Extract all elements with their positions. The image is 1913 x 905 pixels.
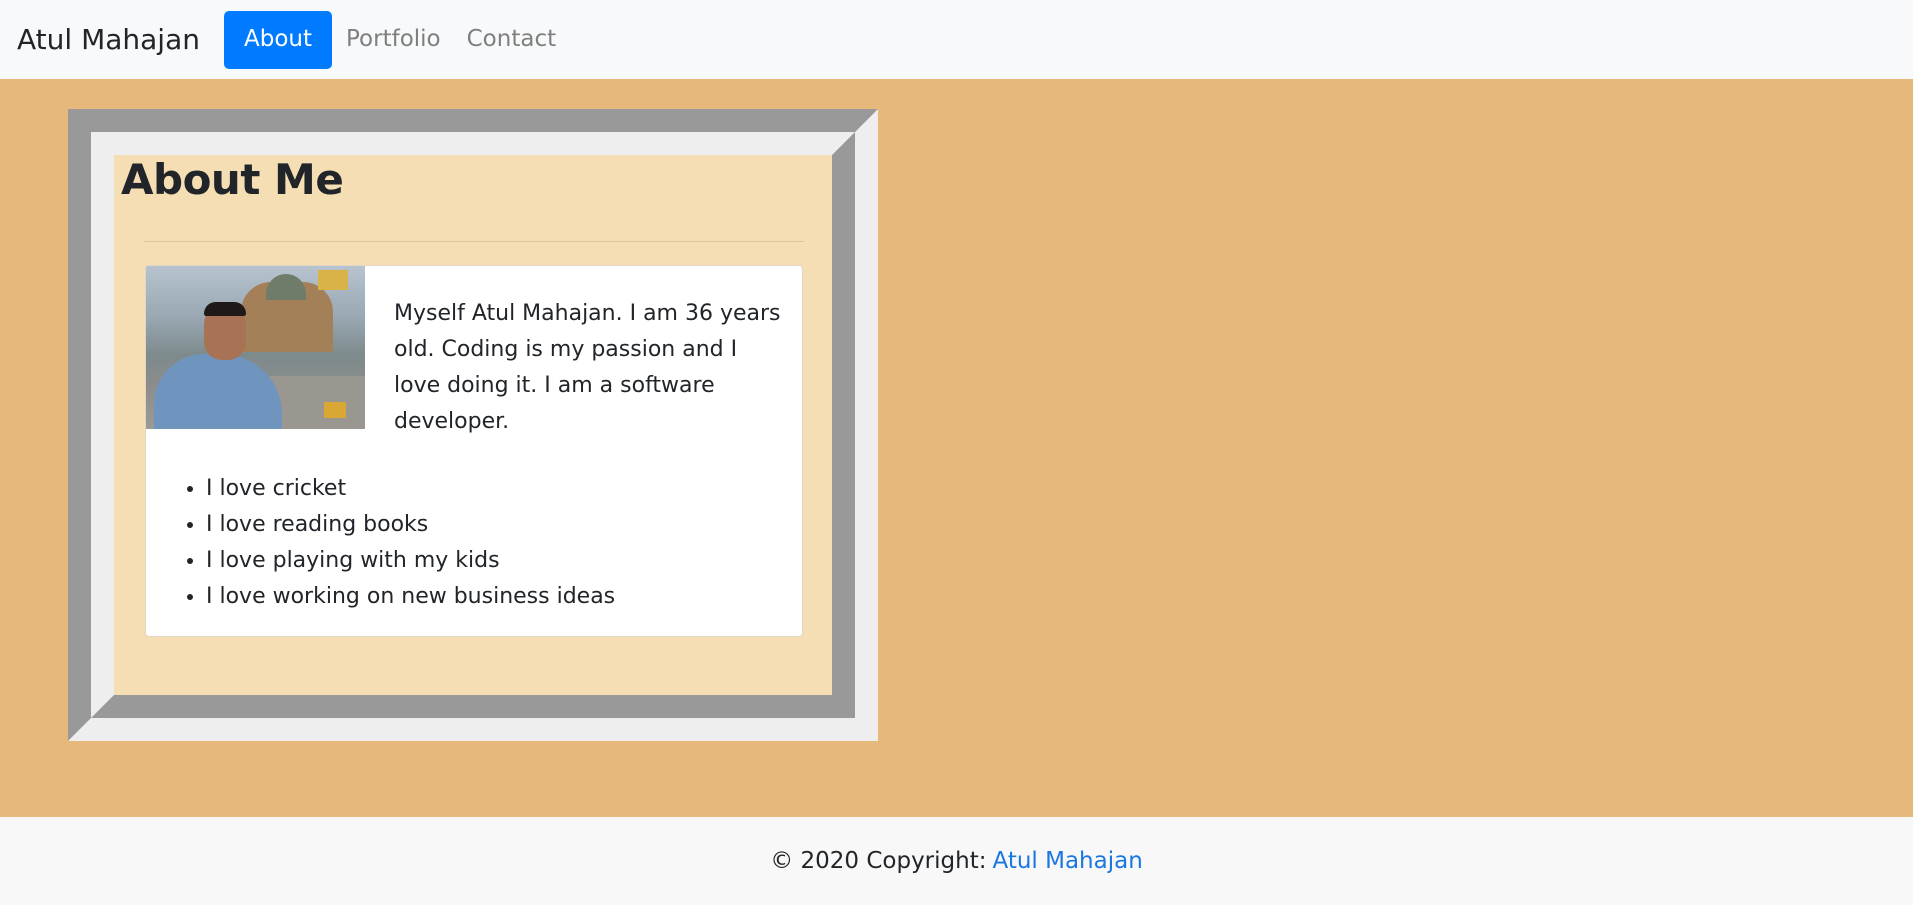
footer: © 2020 Copyright: Atul Mahajan [0, 817, 1913, 905]
copyright-text: © 2020 Copyright: [770, 848, 987, 874]
nav-link-contact[interactable]: Contact [455, 18, 568, 61]
nav-link-portfolio[interactable]: Portfolio [334, 18, 453, 61]
divider [144, 241, 804, 242]
about-panel: About Me Myself Atul Mahajan. I am 36 ye… [91, 132, 855, 718]
about-card: Myself Atul Mahajan. I am 36 years old. … [145, 265, 803, 637]
nav-link-about[interactable]: About [223, 10, 332, 69]
list-item: I love reading books [206, 507, 615, 543]
bio-text: Myself Atul Mahajan. I am 36 years old. … [394, 301, 781, 434]
top-navbar: Atul Mahajan About Portfolio Contact [0, 0, 1913, 79]
about-frame: About Me Myself Atul Mahajan. I am 36 ye… [68, 109, 878, 741]
likes-list: I love cricket I love reading books I lo… [176, 471, 615, 615]
brand-link[interactable]: Atul Mahajan [17, 23, 200, 56]
profile-photo [146, 266, 365, 429]
list-item: I love working on new business ideas [206, 579, 615, 615]
list-item: I love playing with my kids [206, 543, 615, 579]
footer-author-link[interactable]: Atul Mahajan [992, 848, 1142, 874]
page-title: About Me [121, 155, 344, 204]
list-item: I love cricket [206, 471, 615, 507]
